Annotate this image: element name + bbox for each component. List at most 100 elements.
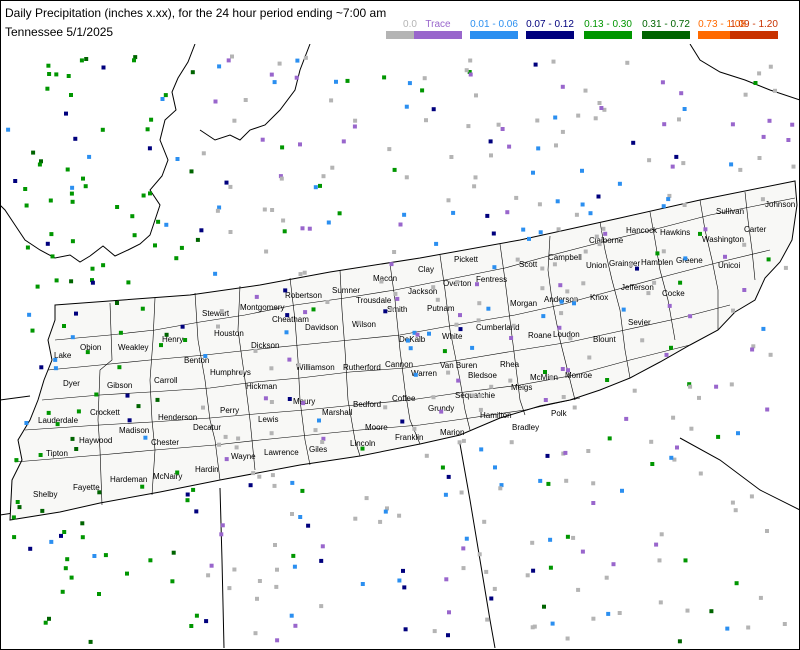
station-marker bbox=[402, 585, 407, 590]
station-marker bbox=[223, 434, 228, 439]
station-marker bbox=[153, 243, 157, 248]
station-marker bbox=[302, 270, 307, 275]
station-marker bbox=[303, 310, 308, 315]
county-label: Coffee bbox=[392, 394, 416, 403]
county-label: Williamson bbox=[296, 363, 335, 372]
station-marker bbox=[431, 107, 436, 112]
station-marker bbox=[405, 338, 410, 343]
station-marker bbox=[43, 620, 48, 625]
county-label: Monroe bbox=[565, 371, 593, 380]
station-marker bbox=[155, 397, 160, 402]
station-marker bbox=[287, 357, 292, 362]
county-label: Hawkins bbox=[660, 228, 690, 237]
station-marker bbox=[742, 288, 747, 292]
station-marker bbox=[66, 74, 71, 78]
station-marker bbox=[698, 471, 703, 476]
county-label: Hamilton bbox=[480, 411, 512, 420]
county-label: DeKalb bbox=[399, 335, 426, 344]
station-marker bbox=[586, 449, 591, 453]
station-marker bbox=[49, 232, 54, 237]
station-marker bbox=[596, 194, 601, 199]
station-marker bbox=[73, 136, 78, 141]
station-marker bbox=[461, 566, 466, 571]
station-marker bbox=[768, 64, 773, 69]
station-marker bbox=[298, 142, 302, 147]
station-marker bbox=[541, 314, 546, 319]
station-marker bbox=[194, 613, 199, 618]
county-label: Decatur bbox=[193, 423, 221, 432]
station-marker bbox=[492, 265, 497, 270]
station-marker bbox=[319, 558, 324, 563]
station-marker bbox=[580, 168, 584, 173]
station-marker bbox=[319, 604, 324, 609]
station-marker bbox=[206, 573, 211, 578]
station-marker bbox=[382, 75, 387, 80]
station-marker bbox=[660, 80, 665, 85]
station-marker bbox=[509, 336, 514, 340]
station-marker bbox=[180, 324, 185, 329]
station-marker bbox=[531, 170, 535, 175]
legend-item: 0.01 - 0.06 bbox=[468, 19, 520, 39]
station-marker bbox=[591, 481, 596, 486]
station-marker bbox=[649, 439, 654, 444]
county-label: Bradley bbox=[512, 423, 539, 432]
station-marker bbox=[617, 181, 622, 186]
station-marker bbox=[65, 167, 70, 172]
station-marker bbox=[90, 266, 95, 271]
station-marker bbox=[682, 107, 687, 111]
county-label: Hardeman bbox=[110, 475, 147, 484]
station-marker bbox=[50, 254, 55, 259]
legend-item: 0.31 - 0.72 bbox=[640, 19, 692, 39]
station-marker bbox=[413, 372, 418, 377]
station-marker bbox=[564, 478, 569, 483]
station-marker bbox=[447, 610, 451, 615]
station-marker bbox=[471, 393, 476, 398]
station-marker bbox=[457, 440, 462, 445]
station-marker bbox=[455, 280, 460, 285]
station-marker bbox=[232, 567, 237, 572]
station-marker bbox=[624, 416, 629, 421]
station-marker bbox=[625, 60, 630, 65]
station-marker bbox=[427, 331, 431, 336]
station-marker bbox=[464, 536, 469, 541]
station-marker bbox=[251, 471, 256, 476]
station-marker bbox=[655, 251, 660, 256]
station-marker bbox=[227, 586, 232, 591]
station-marker bbox=[760, 197, 765, 202]
station-marker bbox=[683, 256, 688, 261]
county-label: Meigs bbox=[511, 383, 532, 392]
nc-georgia-boundary bbox=[459, 443, 496, 648]
station-marker bbox=[92, 554, 97, 558]
station-marker bbox=[326, 220, 331, 225]
station-marker bbox=[667, 303, 672, 308]
county-label: Hardin bbox=[195, 465, 219, 474]
station-marker bbox=[527, 236, 531, 241]
station-marker bbox=[313, 185, 318, 190]
station-marker bbox=[601, 226, 606, 231]
county-label: Rutherford bbox=[343, 363, 381, 372]
station-marker bbox=[583, 249, 588, 254]
station-marker bbox=[533, 62, 538, 67]
station-marker bbox=[681, 161, 686, 166]
county-label: Rhea bbox=[500, 360, 520, 369]
station-marker bbox=[228, 184, 233, 189]
station-marker bbox=[565, 534, 570, 539]
county-label: Tipton bbox=[46, 449, 68, 458]
station-marker bbox=[632, 388, 637, 393]
station-marker bbox=[273, 543, 277, 547]
station-marker bbox=[664, 352, 669, 357]
station-marker bbox=[492, 586, 497, 591]
station-marker bbox=[360, 582, 365, 586]
station-marker bbox=[195, 237, 200, 242]
county-label: Crockett bbox=[90, 408, 121, 417]
station-marker bbox=[557, 325, 562, 330]
station-marker bbox=[46, 410, 51, 415]
station-marker bbox=[550, 621, 555, 626]
station-marker bbox=[213, 271, 218, 276]
station-marker bbox=[451, 210, 456, 215]
station-marker bbox=[269, 400, 274, 404]
station-marker bbox=[269, 431, 274, 436]
station-marker bbox=[435, 297, 440, 302]
station-marker bbox=[217, 64, 222, 69]
station-marker bbox=[320, 544, 325, 549]
